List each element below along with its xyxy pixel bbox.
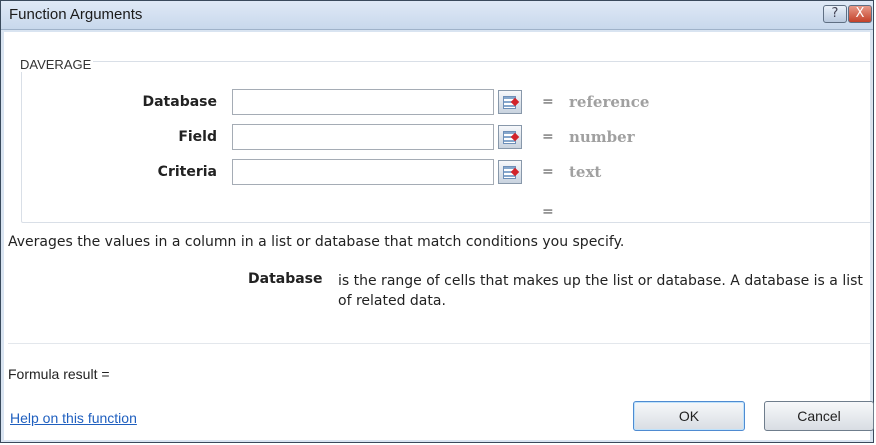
arg-equals-database: = [542,94,554,110]
field-input[interactable] [232,124,494,150]
arg-type-field: number [569,128,635,146]
help-button[interactable]: ? [823,5,847,23]
arg-equals-criteria: = [542,164,554,180]
arg-label-database: Database [142,94,217,110]
close-button[interactable]: X [848,5,872,23]
function-name: DAVERAGE [18,57,94,72]
dialog-body: DAVERAGE Database = reference Field = nu… [4,32,874,440]
dialog-title: Function Arguments [9,6,143,23]
function-arguments-dialog: Function Arguments ? X DAVERAGE Database… [0,0,874,443]
criteria-input[interactable] [232,159,494,185]
field-range-button[interactable] [498,125,522,149]
database-input[interactable] [232,89,494,115]
cancel-button[interactable]: Cancel [764,401,874,431]
formula-result: Formula result = [8,366,110,382]
arg-label-criteria: Criteria [157,164,217,180]
param-name: Database [248,271,323,287]
criteria-range-button[interactable] [498,160,522,184]
divider [8,343,870,344]
param-description: is the range of cells that makes up the … [338,273,863,309]
function-description: Averages the values in a column in a lis… [8,234,625,250]
arg-type-criteria: text [569,163,602,181]
arg-label-field: Field [178,129,217,145]
help-on-function-link[interactable]: Help on this function [10,410,137,426]
close-icon: X [855,6,865,21]
arg-type-database: reference [569,93,650,111]
arg-equals-field: = [542,129,554,145]
title-bar: Function Arguments ? X [1,1,873,30]
database-range-button[interactable] [498,90,522,114]
function-result-equals: = [542,204,554,220]
ok-button[interactable]: OK [633,401,745,431]
